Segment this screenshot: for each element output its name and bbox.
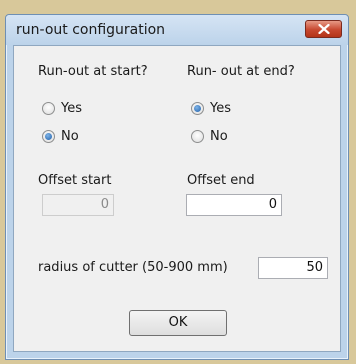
radius-label: radius of cutter (50-900 mm): [38, 260, 228, 275]
offset-start-field[interactable]: 0: [42, 194, 114, 216]
start-yes-radio[interactable]: Yes: [42, 101, 82, 116]
offset-start-label: Offset start: [38, 173, 112, 188]
close-button[interactable]: [305, 20, 342, 38]
close-icon: [317, 24, 330, 34]
dialog-window: run-out configuration Run-out at start? …: [5, 14, 349, 360]
window-title: run-out configuration: [16, 22, 166, 38]
ok-button[interactable]: OK: [129, 310, 227, 336]
end-yes-label: Yes: [210, 101, 231, 116]
start-no-radio[interactable]: No: [42, 129, 79, 144]
start-yes-label: Yes: [61, 101, 82, 116]
radio-button-icon: [191, 102, 204, 115]
offset-end-field[interactable]: 0: [186, 194, 282, 216]
title-bar: run-out configuration: [6, 15, 348, 45]
end-no-radio[interactable]: No: [191, 129, 228, 144]
end-yes-radio[interactable]: Yes: [191, 101, 231, 116]
start-no-label: No: [61, 129, 79, 144]
start-group-label: Run-out at start?: [38, 64, 148, 79]
radio-button-icon: [191, 130, 204, 143]
radio-button-icon: [42, 102, 55, 115]
radio-button-icon: [42, 130, 55, 143]
radius-field[interactable]: 50: [258, 257, 328, 279]
dialog-body: Run-out at start? Run- out at end? Yes N…: [13, 45, 341, 352]
end-no-label: No: [210, 129, 228, 144]
offset-end-label: Offset end: [187, 173, 255, 188]
end-group-label: Run- out at end?: [187, 64, 295, 79]
